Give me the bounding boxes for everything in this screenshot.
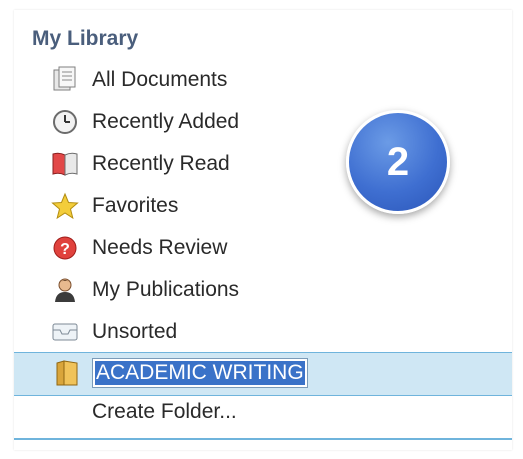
library-item-label: My Publications [92,278,240,301]
library-item-my-publications[interactable]: My Publications [50,271,490,309]
library-item-label: Unsorted [92,320,178,343]
library-item-label: Recently Added [92,110,240,133]
library-item-all-documents[interactable]: All Documents [50,61,490,99]
folder-icon [52,358,82,388]
section-title: My Library [32,27,139,50]
star-icon [50,191,80,221]
step-number: 2 [386,139,410,184]
create-folder-link[interactable]: Create Folder... [92,400,237,424]
person-icon [50,275,80,305]
documents-icon [50,65,80,95]
svg-text:?: ? [60,241,70,258]
library-item-label: Needs Review [92,236,228,259]
inbox-icon [50,317,80,347]
clock-icon [50,107,80,137]
library-item-needs-review[interactable]: ? Needs Review [50,229,490,267]
library-item-unsorted[interactable]: Unsorted [50,313,490,351]
book-icon [50,149,80,179]
library-item-label: All Documents [92,68,228,91]
library-item-label: Recently Read [92,152,230,175]
step-number-badge: 2 [346,110,450,214]
divider [14,438,512,440]
folder-name-input[interactable]: ACADEMIC WRITING [92,358,308,388]
question-icon: ? [50,233,80,263]
library-item-label: Favorites [92,194,179,217]
folder-name-text: ACADEMIC WRITING [95,361,305,385]
